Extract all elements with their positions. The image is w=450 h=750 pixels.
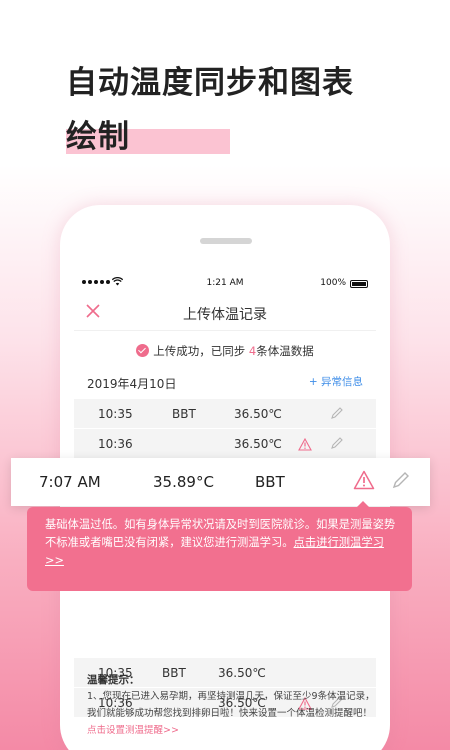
anomaly-info-link[interactable]: + 异常信息 [309, 374, 363, 389]
row-type: BBT [172, 407, 196, 421]
table-row[interactable]: 10:36 36.50℃ [74, 429, 376, 459]
set-reminder-link[interactable]: 点击设置测温提醒>> [87, 725, 179, 736]
record-date: 2019年4月10日 [87, 377, 177, 391]
pencil-icon[interactable] [330, 436, 344, 453]
headline: 自动温度同步和图表 绘制 [66, 56, 396, 164]
upload-message-suffix: 条体温数据 [256, 344, 314, 358]
highlight-time: 7:07 AM [39, 473, 101, 491]
page-title: 上传体温记录 [183, 307, 267, 323]
tips-text: 1、您现在已进入易孕期，再坚持测温几天，保证至少9条体温记录，我们就能够成功帮您… [87, 691, 375, 719]
check-circle-icon [136, 344, 150, 357]
row-temp: 36.50℃ [234, 407, 282, 421]
headline-line-2: 绘制 [66, 119, 130, 155]
row-temp: 36.50℃ [218, 666, 266, 680]
row-time: 10:36 [98, 437, 133, 451]
warning-icon[interactable] [298, 437, 312, 454]
battery-percent: 100% [320, 278, 346, 288]
tips-body: 1、您现在已进入易孕期，再坚持测温几天，保证至少9条体温记录，我们就能够成功帮您… [87, 688, 377, 739]
pencil-icon[interactable] [391, 470, 411, 494]
tips-title: 温馨提示： [87, 674, 140, 686]
row-time: 10:35 [98, 407, 133, 421]
row-temp: 36.50℃ [234, 437, 282, 451]
nav-bar: 上传体温记录 [74, 295, 376, 331]
low-temperature-alert: 基础体温过低。如有身体异常状况请及时到医院就诊。如果是测量姿势不标准或者嘴巴没有… [27, 507, 412, 591]
date-row: 2019年4月10日 + 异常信息 [87, 373, 363, 391]
upload-message-prefix: 上传成功，已同步 [153, 344, 249, 358]
pencil-icon[interactable] [330, 406, 344, 423]
highlight-type: BBT [255, 473, 285, 491]
headline-line-1: 自动温度同步和图表 [66, 65, 354, 101]
warning-icon[interactable] [353, 470, 375, 494]
upload-success-message: 上传成功，已同步 4条体温数据 [74, 343, 376, 359]
phone-speaker [200, 238, 252, 244]
highlighted-record-row[interactable]: 7:07 AM 35.89°C BBT [11, 458, 430, 506]
battery-icon [350, 280, 368, 288]
status-bar: 1:21 AM 100% [74, 273, 376, 295]
highlight-temp: 35.89°C [153, 473, 214, 491]
table-row[interactable]: 10:35 BBT 36.50℃ [74, 399, 376, 429]
records-table-top: 10:35 BBT 36.50℃ 10:36 36.50℃ [74, 399, 376, 459]
row-type: BBT [162, 666, 186, 680]
